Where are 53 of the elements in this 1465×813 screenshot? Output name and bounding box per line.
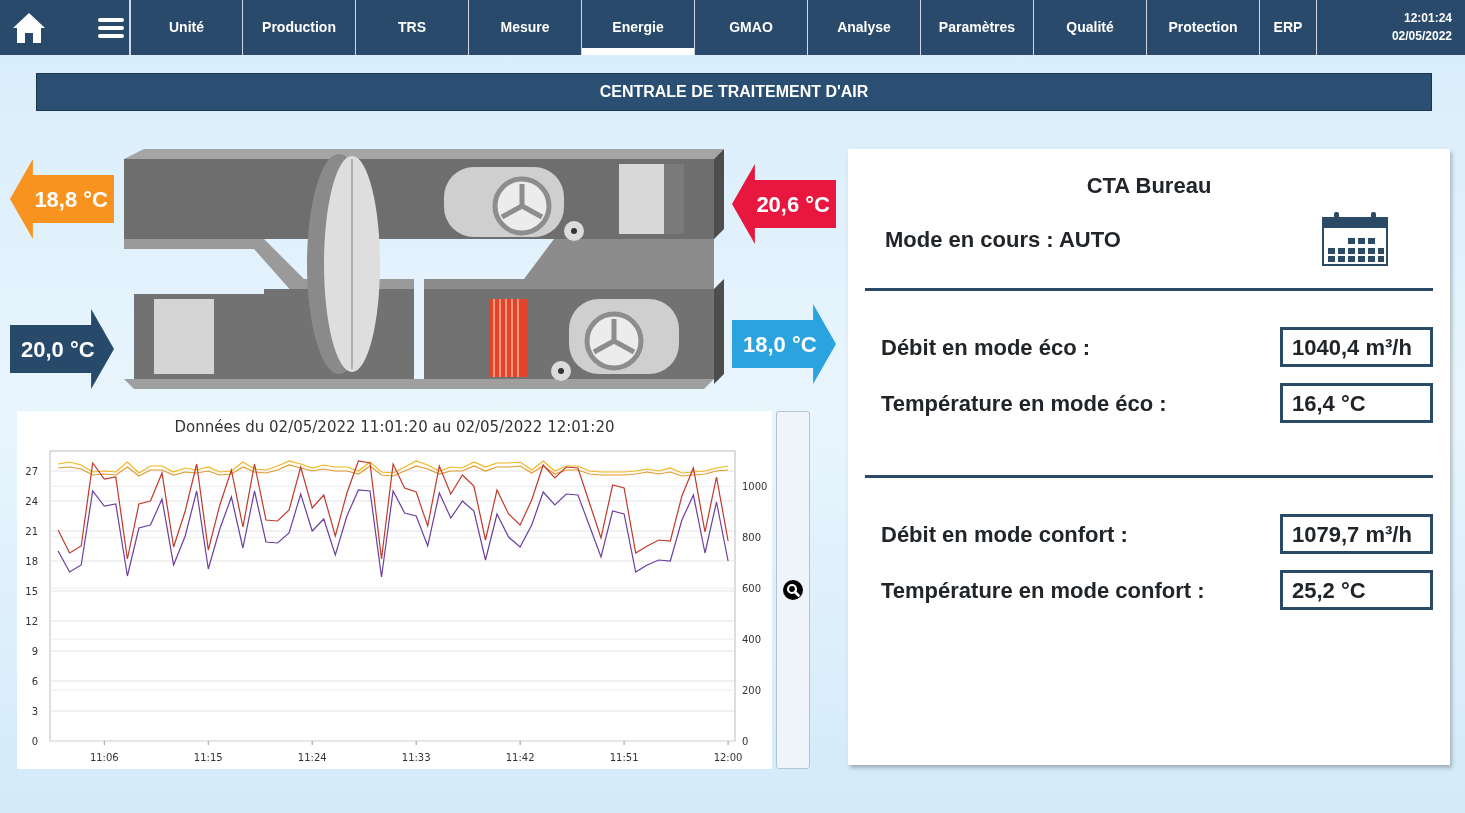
nav-tab[interactable]: GMAO <box>695 0 808 55</box>
nav-tab[interactable]: Qualité <box>1034 0 1147 55</box>
axis-label: 9 <box>31 646 38 657</box>
nav-tab[interactable]: Paramètres <box>921 0 1034 55</box>
home-icon <box>11 11 46 44</box>
value-field: 25,2 °C <box>1280 570 1433 610</box>
axis-label: 27 <box>25 466 38 477</box>
search-icon <box>783 580 803 600</box>
axis-label: 21 <box>25 526 38 537</box>
axis-label: 15 <box>25 586 38 597</box>
clock-date: 02/05/2022 <box>1391 27 1452 45</box>
axis-label: 3 <box>31 706 38 717</box>
clock-time: 12:01:24 <box>1403 10 1452 28</box>
mode-status: Mode en cours : AUTO <box>885 225 1121 254</box>
value-field: 1079,7 m³/h <box>1280 514 1433 554</box>
nav-tab[interactable]: Energie <box>582 0 695 55</box>
field-label: Débit en mode confort : <box>881 520 1128 549</box>
chart-title: Données du 02/05/2022 11:01:20 au 02/05/2022 12:01:20 <box>174 418 615 436</box>
field-label: Débit en mode éco : <box>881 333 1091 362</box>
nav-tab[interactable]: Analyse <box>808 0 921 55</box>
axis-label: 11:15 <box>193 752 223 763</box>
nav-tab[interactable]: Mesure <box>469 0 582 55</box>
panel-title: CTA Bureau <box>1085 172 1213 200</box>
axis-label: 0 <box>742 736 749 747</box>
axis-label: 1000 <box>742 481 768 493</box>
axis-label: 600 <box>742 583 762 595</box>
nav-tab[interactable]: ERP <box>1260 0 1317 55</box>
nav-tab[interactable]: Protection <box>1147 0 1260 55</box>
axis-label: 18 <box>25 556 38 567</box>
nav-tab[interactable]: Unité <box>130 0 243 55</box>
axis-label: 11:06 <box>89 752 119 763</box>
axis-label: 200 <box>742 685 762 697</box>
field-label: Température en mode confort : <box>881 576 1205 605</box>
zoom-button[interactable] <box>776 411 810 769</box>
nav-tab[interactable]: Production <box>243 0 356 55</box>
value-field: 1040,4 m³/h <box>1280 327 1433 367</box>
axis-label: 24 <box>25 496 38 507</box>
menu-icon <box>98 17 124 38</box>
calendar-icon <box>1322 212 1388 266</box>
axis-label: 12:00 <box>713 752 743 763</box>
axis-label: 11:42 <box>505 752 535 763</box>
axis-label: 6 <box>31 676 38 687</box>
axis-label: 0 <box>31 736 38 747</box>
page-title: CENTRALE DE TRAITEMENT D'AIR <box>36 73 1432 111</box>
value-field: 16,4 °C <box>1280 383 1433 423</box>
axis-label: 11:33 <box>401 752 431 763</box>
axis-label: 12 <box>25 616 38 627</box>
axis-label: 800 <box>742 532 762 544</box>
axis-label: 11:24 <box>297 752 327 763</box>
nav-tab[interactable]: TRS <box>356 0 469 55</box>
field-label: Température en mode éco : <box>881 389 1167 418</box>
axis-label: 11:51 <box>609 752 639 763</box>
axis-label: 400 <box>742 634 762 646</box>
